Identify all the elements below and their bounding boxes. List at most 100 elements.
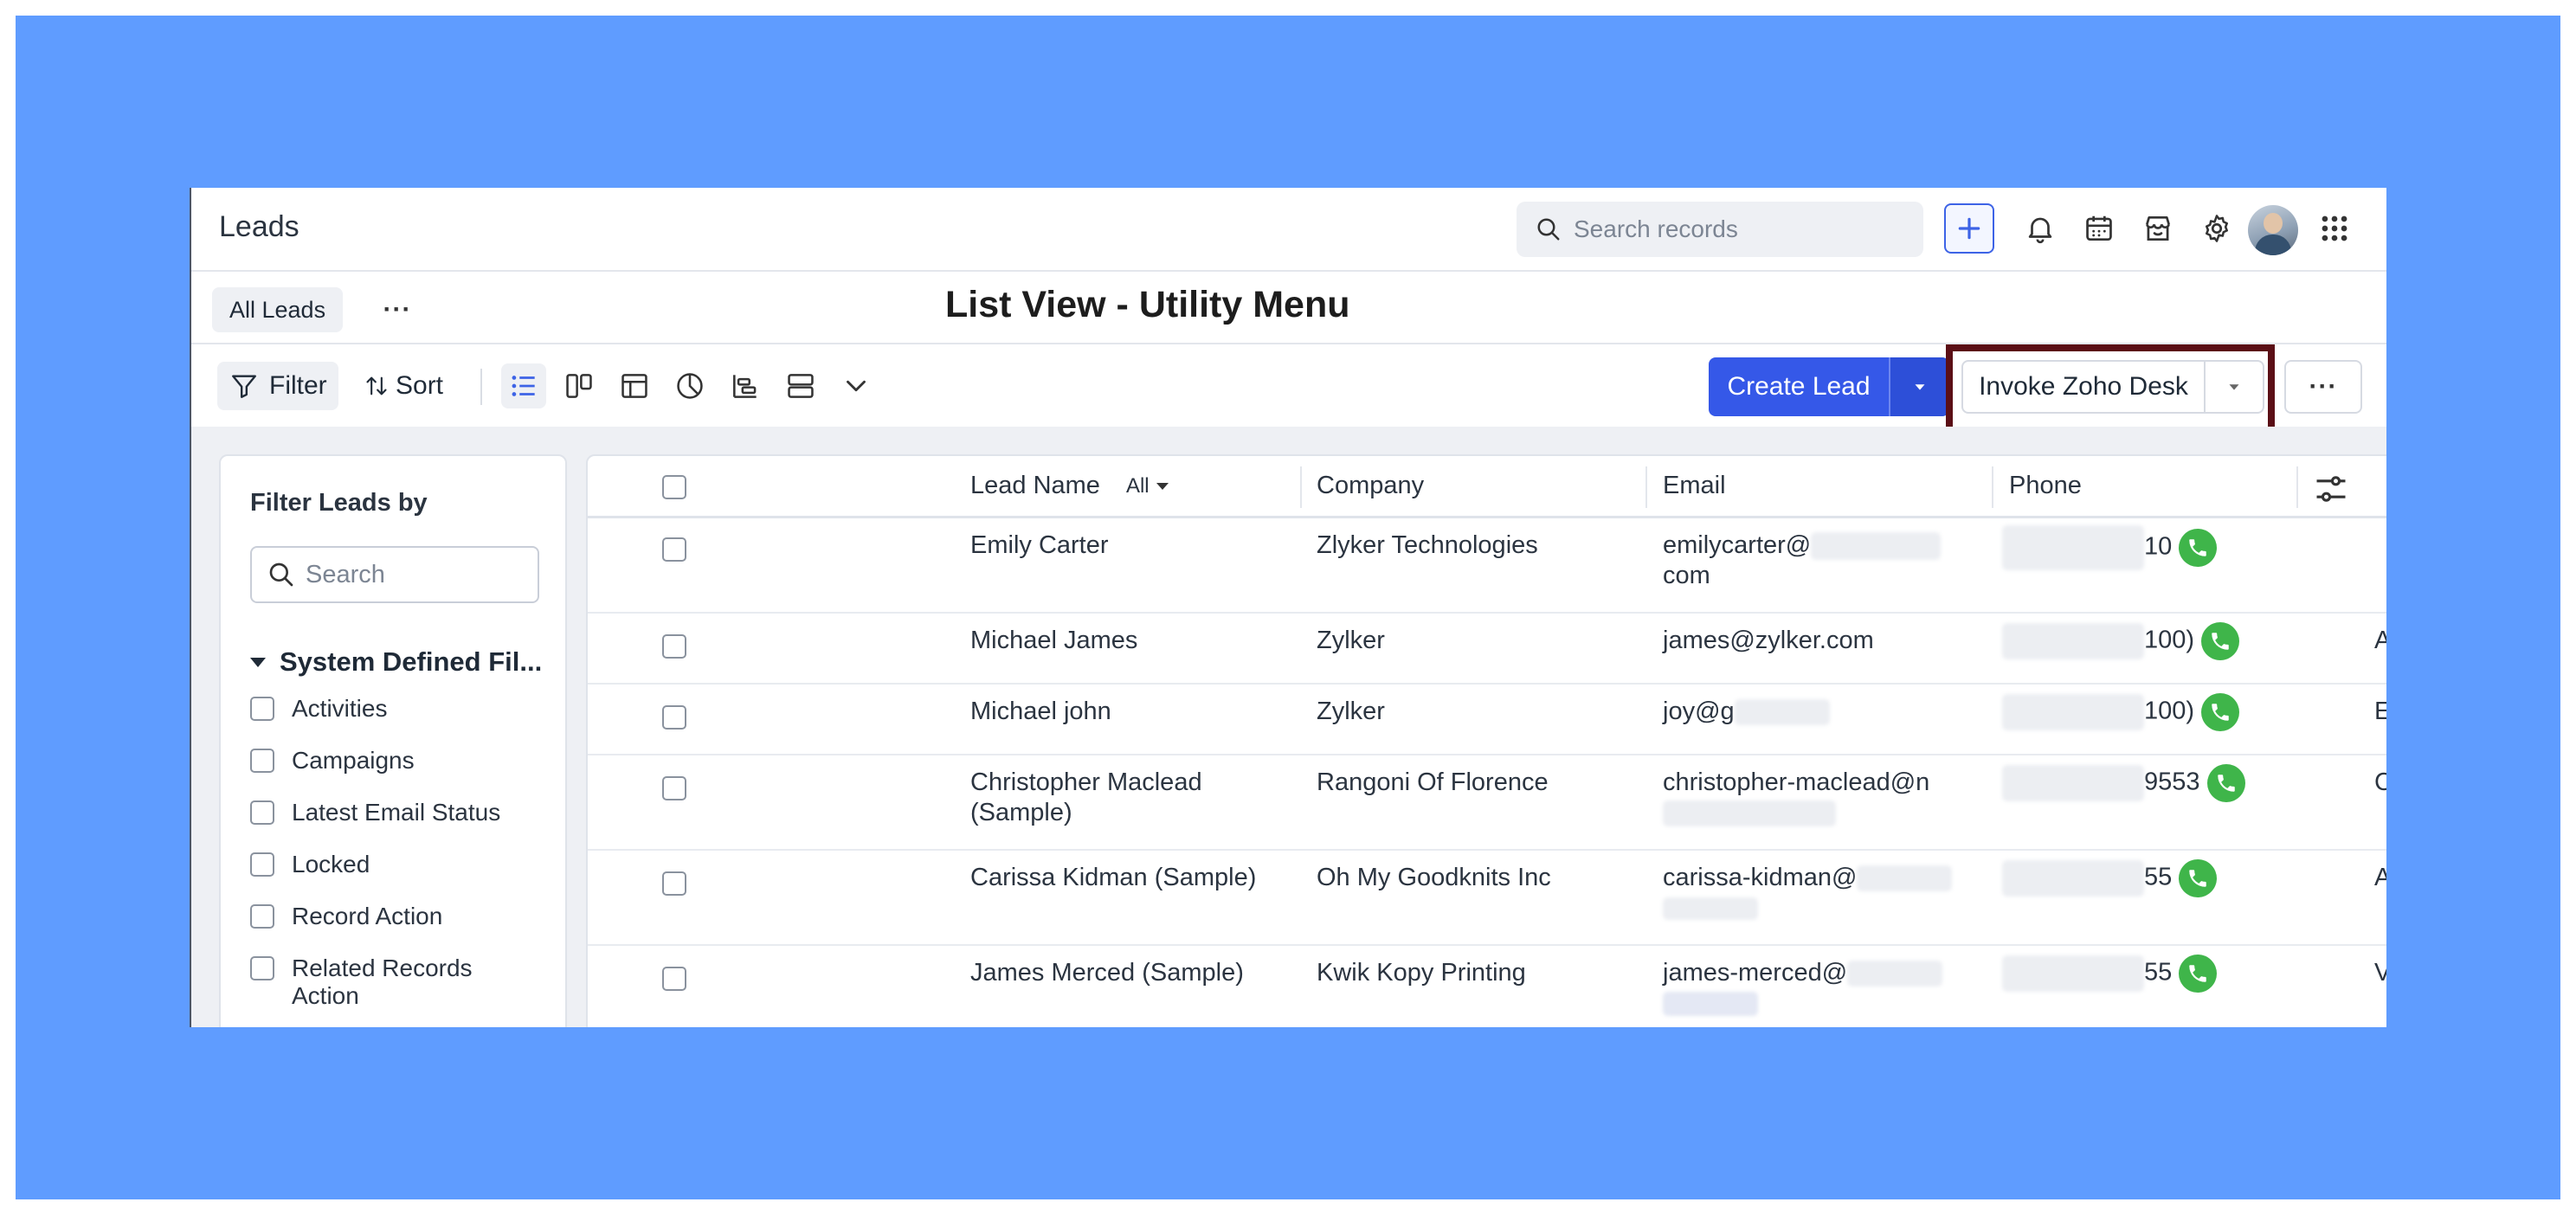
phone-call-icon[interactable] — [2201, 622, 2240, 660]
filter-search-input[interactable] — [306, 560, 531, 589]
phone-text: 55 — [2144, 958, 2173, 987]
redacted-text — [2002, 765, 2144, 801]
phone-call-icon[interactable] — [2179, 859, 2218, 897]
table-row[interactable]: Emily Carter Zlyker Technologies emilyca… — [588, 518, 2386, 614]
company-cell: Zylker — [1317, 698, 1385, 725]
row-checkbox[interactable] — [662, 634, 686, 659]
calendar-button[interactable] — [2080, 209, 2118, 248]
global-search[interactable] — [1517, 202, 1923, 257]
filter-item-label: Record Action — [292, 903, 443, 929]
column-settings-icon[interactable] — [2312, 470, 2350, 508]
tab-all-leads[interactable]: All Leads — [212, 287, 344, 332]
filter-search[interactable] — [250, 546, 539, 603]
row-checkbox[interactable] — [662, 537, 686, 562]
select-all-checkbox[interactable] — [662, 475, 686, 499]
email-cell[interactable]: emilycarter@ com — [1663, 530, 1983, 591]
notifications-button[interactable] — [2021, 209, 2059, 248]
column-divider[interactable] — [1300, 466, 1302, 508]
filter-item[interactable]: Latest Email Status — [250, 799, 508, 826]
filter-checkbox[interactable] — [250, 800, 274, 825]
filter-checkbox[interactable] — [250, 956, 274, 980]
content-area: Filter Leads by System Defined Fil... Ac… — [191, 427, 2386, 1027]
caret-down-icon — [250, 657, 266, 667]
lead-name-cell[interactable]: James Merced (Sample) — [970, 958, 1282, 988]
column-phone[interactable]: Phone — [2009, 472, 2082, 500]
table-row[interactable]: James Merced (Sample) Kwik Kopy Printing… — [588, 946, 2386, 1027]
marketplace-button[interactable] — [2139, 209, 2177, 248]
settings-button[interactable] — [2198, 209, 2236, 248]
list-toolbar: Filter Sort Create Lead Invoke Zoho Desk… — [191, 344, 2386, 438]
table-row[interactable]: Michael James Zylker james@zylker.com 10… — [588, 614, 2386, 685]
phone-call-icon[interactable] — [2201, 693, 2240, 731]
column-company[interactable]: Company — [1317, 472, 1424, 500]
row-checkbox[interactable] — [662, 871, 686, 896]
kanban-view-button[interactable] — [557, 363, 602, 408]
phone-text: 55 — [2144, 863, 2173, 891]
filter-item[interactable]: Locked — [250, 851, 508, 878]
row-checkbox[interactable] — [662, 776, 686, 800]
row-checkbox[interactable] — [662, 705, 686, 730]
lead-name-cell[interactable]: Emily Carter — [970, 530, 1282, 561]
sheet-view-button[interactable] — [778, 363, 823, 408]
column-lead-name[interactable]: Lead Name All — [970, 472, 1169, 500]
email-cell[interactable]: carissa-kidman@ — [1663, 863, 1983, 923]
filter-checkbox[interactable] — [250, 852, 274, 877]
lead-name-filter-dropdown[interactable]: All — [1126, 474, 1169, 498]
phone-call-icon[interactable] — [2179, 529, 2218, 567]
quick-create-button[interactable] — [1944, 203, 1994, 254]
filter-checkbox[interactable] — [250, 749, 274, 773]
table-row[interactable]: Carissa Kidman (Sample) Oh My Goodknits … — [588, 851, 2386, 946]
timeline-view-button[interactable] — [723, 363, 768, 408]
lead-name-cell[interactable]: Carissa Kidman (Sample) — [970, 863, 1282, 893]
column-divider[interactable] — [1992, 466, 1993, 508]
email-text: emilycarter@ — [1663, 531, 1812, 559]
kanban-icon — [566, 374, 592, 398]
extra-cell: E — [2374, 697, 2386, 727]
filter-checkbox[interactable] — [250, 904, 274, 929]
email-cell[interactable]: joy@g — [1663, 697, 1983, 727]
filter-checkbox[interactable] — [250, 697, 274, 721]
email-cell[interactable]: christopher-maclead@n — [1663, 768, 1983, 828]
page-title: Leads — [219, 210, 299, 243]
chart-view-button[interactable] — [667, 363, 712, 408]
column-divider[interactable] — [2296, 466, 2298, 508]
column-divider[interactable] — [1645, 466, 1647, 508]
filter-item[interactable]: Campaigns — [250, 747, 508, 775]
apps-button[interactable] — [2315, 209, 2354, 248]
sort-button[interactable]: Sort — [364, 362, 443, 410]
email-cell[interactable]: james-merced@ — [1663, 958, 1983, 1019]
email-text: joy@g — [1663, 698, 1735, 725]
phone-call-icon[interactable] — [2206, 764, 2245, 802]
phone-call-icon[interactable] — [2179, 955, 2218, 993]
lead-name-cell[interactable]: Michael john — [970, 697, 1282, 727]
filter-item[interactable]: Record Action — [250, 903, 508, 930]
more-actions-button[interactable]: ··· — [2284, 360, 2362, 414]
filter-button[interactable]: Filter — [217, 362, 338, 410]
email-cell[interactable]: james@zylker.com — [1663, 626, 1983, 656]
list-view-button[interactable] — [501, 363, 546, 408]
lead-name-cell[interactable]: Michael James — [970, 626, 1282, 656]
phone-text: 100) — [2144, 626, 2195, 654]
company-cell: Kwik Kopy Printing — [1317, 959, 1526, 987]
column-email[interactable]: Email — [1663, 472, 1726, 500]
create-lead-button[interactable]: Create Lead — [1709, 357, 1889, 416]
view-tabs: All Leads ··· List View - Utility Menu — [191, 272, 2386, 344]
filter-item[interactable]: Related Records Action — [250, 955, 508, 1010]
tabs-more-button[interactable]: ··· — [377, 289, 418, 331]
table-view-button[interactable] — [612, 363, 657, 408]
create-lead-dropdown[interactable] — [1889, 357, 1949, 416]
more-views-button[interactable] — [834, 363, 879, 408]
table-row[interactable]: Michael john Zylker joy@g 100) E — [588, 685, 2386, 755]
company-cell: Zylker — [1317, 627, 1385, 654]
table-row[interactable]: Christopher Maclead (Sample) Rangoni Of … — [588, 755, 2386, 851]
avatar[interactable] — [2248, 205, 2298, 255]
system-defined-filters-toggle[interactable]: System Defined Fil... — [250, 646, 542, 678]
filter-item[interactable]: Activities — [250, 695, 508, 723]
highlight-annotation — [1946, 344, 2275, 438]
calendar-icon — [2086, 215, 2112, 241]
lead-name-cell[interactable]: Christopher Maclead (Sample) — [970, 768, 1282, 828]
filter-item-label: Latest Email Status — [292, 799, 501, 826]
row-checkbox[interactable] — [662, 967, 686, 991]
search-input[interactable] — [1574, 215, 1920, 243]
pie-chart-icon — [677, 373, 703, 399]
